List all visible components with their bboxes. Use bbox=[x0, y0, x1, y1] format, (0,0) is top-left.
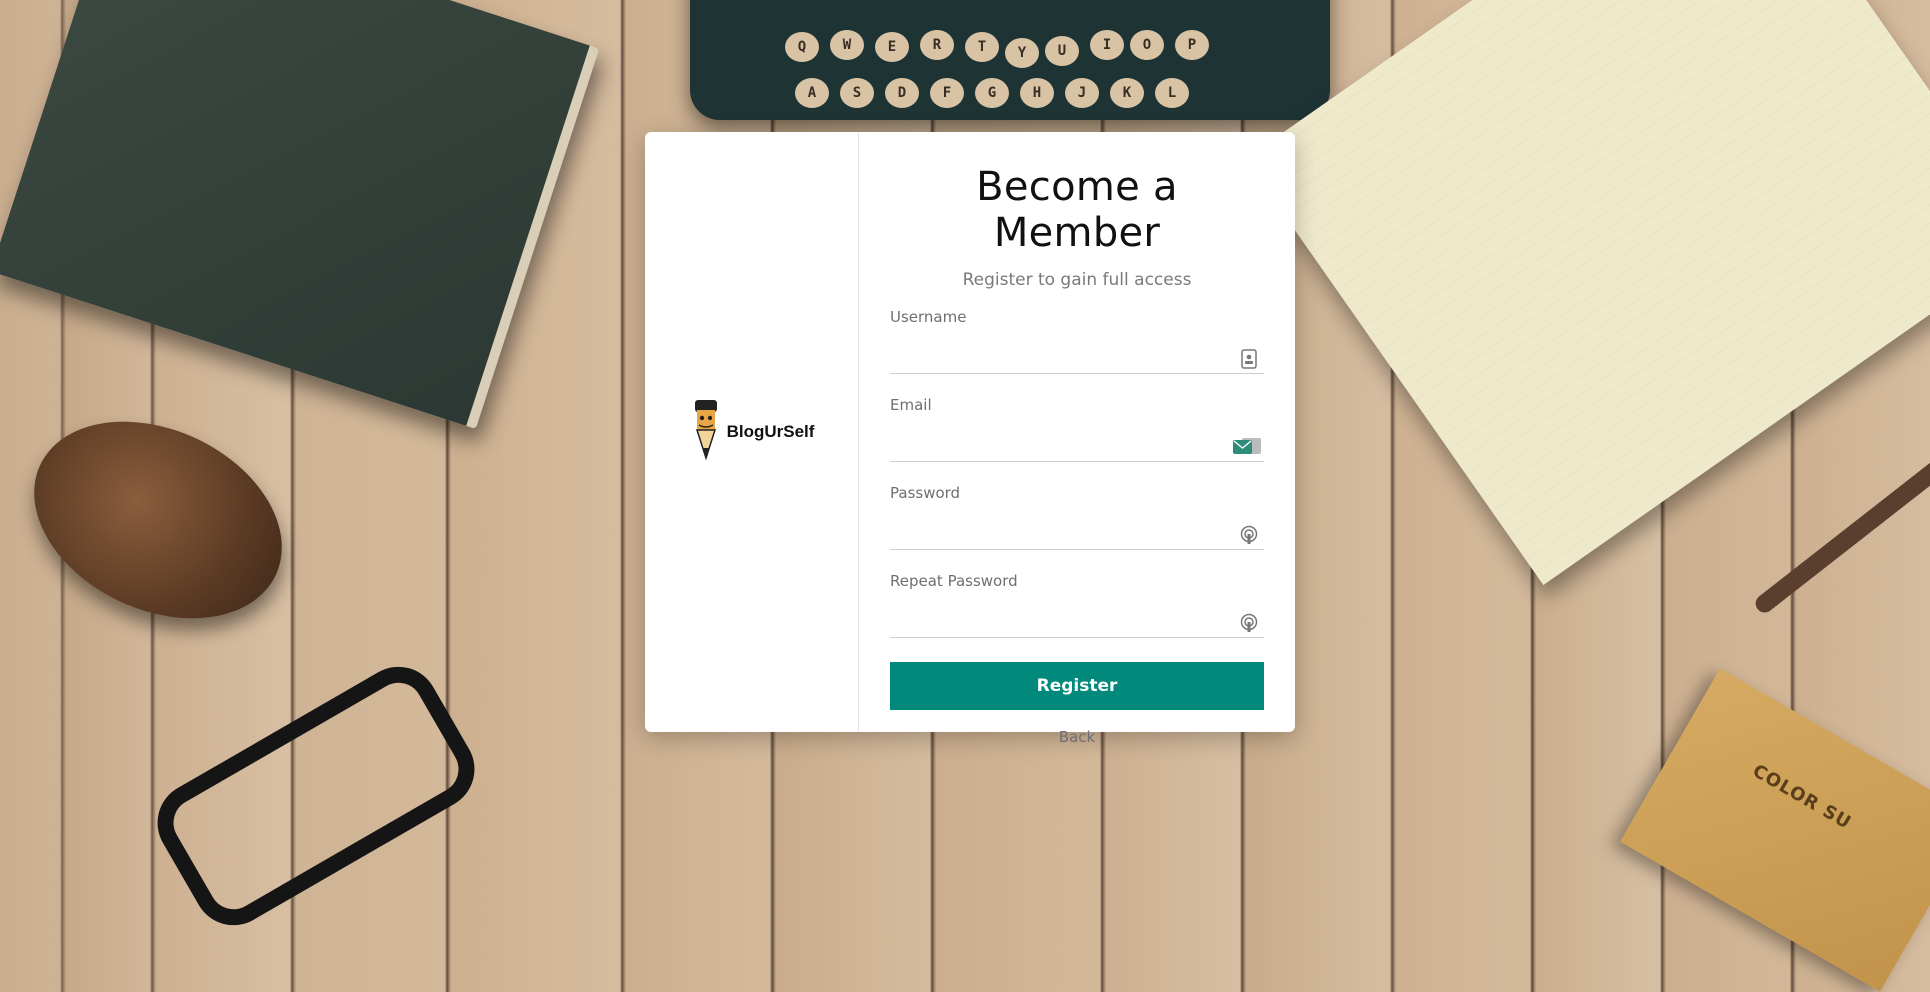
typewriter-key: Y bbox=[1005, 38, 1039, 68]
brand-name: BlogUrSelf bbox=[726, 422, 815, 441]
repeat-password-label: Repeat Password bbox=[890, 572, 1018, 590]
pencil-mascot-icon bbox=[689, 398, 723, 466]
email-field: Email bbox=[890, 396, 1264, 484]
typewriter-key: T bbox=[965, 32, 999, 62]
typewriter-key: J bbox=[1065, 78, 1099, 108]
register-card: BlogUrSelf Become a Member Register to g… bbox=[645, 132, 1295, 746]
typewriter-key: O bbox=[1130, 30, 1164, 60]
email-input[interactable] bbox=[890, 428, 1264, 462]
password-input[interactable] bbox=[890, 516, 1264, 550]
background-notebook bbox=[1245, 0, 1930, 586]
typewriter-key: A bbox=[795, 78, 829, 108]
background-pinecone bbox=[2, 383, 314, 657]
brand-pane: BlogUrSelf bbox=[645, 132, 859, 732]
typewriter-key: Q bbox=[785, 32, 819, 62]
typewriter-key: K bbox=[1110, 78, 1144, 108]
typewriter-key: S bbox=[840, 78, 874, 108]
color-box-text: COLOR SU bbox=[1748, 760, 1855, 834]
background-book bbox=[0, 0, 600, 430]
typewriter-key: D bbox=[885, 78, 919, 108]
brand-logo[interactable]: BlogUrSelf bbox=[689, 398, 815, 466]
typewriter-key: R bbox=[920, 30, 954, 60]
username-field: Username bbox=[890, 308, 1264, 396]
typewriter-key: E bbox=[875, 32, 909, 62]
typewriter-key: W bbox=[830, 30, 864, 60]
background-glasses bbox=[142, 652, 490, 940]
typewriter-key: P bbox=[1175, 30, 1209, 60]
page-subtitle: Register to gain full access bbox=[962, 270, 1192, 290]
fingerprint-icon bbox=[1238, 524, 1260, 546]
email-card-icon bbox=[1232, 436, 1262, 458]
typewriter-key: I bbox=[1090, 30, 1124, 60]
id-card-icon bbox=[1238, 348, 1260, 370]
password-label: Password bbox=[890, 484, 961, 502]
repeat-password-input[interactable] bbox=[890, 604, 1264, 638]
email-label: Email bbox=[890, 396, 932, 414]
typewriter-key: L bbox=[1155, 78, 1189, 108]
back-link[interactable]: Back bbox=[890, 728, 1264, 746]
register-form: Become a Member Register to gain full ac… bbox=[859, 132, 1295, 746]
page-title: Become a Member bbox=[976, 164, 1178, 256]
repeat-password-field: Repeat Password bbox=[890, 572, 1264, 660]
typewriter-key: U bbox=[1045, 36, 1079, 66]
background-stick bbox=[1752, 441, 1930, 617]
password-field: Password bbox=[890, 484, 1264, 572]
username-input[interactable] bbox=[890, 340, 1264, 374]
typewriter-key: H bbox=[1020, 78, 1054, 108]
username-label: Username bbox=[890, 308, 967, 326]
typewriter-key: F bbox=[930, 78, 964, 108]
typewriter-key: G bbox=[975, 78, 1009, 108]
fingerprint-icon bbox=[1238, 612, 1260, 634]
background-typewriter: Q W E R T Y U I O P A S D F G H J K L bbox=[690, 0, 1330, 120]
background-color-box: COLOR SU bbox=[1620, 668, 1930, 992]
register-button[interactable]: Register bbox=[890, 662, 1264, 710]
